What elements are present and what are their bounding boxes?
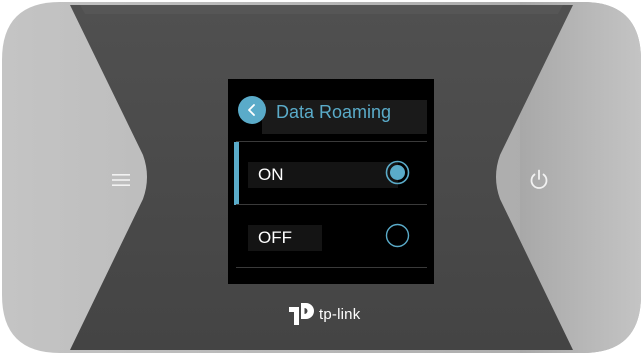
device-screen: Data Roaming ON OFF bbox=[228, 79, 434, 284]
power-icon bbox=[530, 169, 548, 189]
selection-indicator bbox=[234, 142, 239, 205]
option-label: OFF bbox=[258, 228, 292, 247]
tp-link-logo-icon bbox=[289, 303, 314, 325]
mifi-device: Data Roaming ON OFF tp-link bbox=[0, 0, 643, 355]
divider bbox=[236, 267, 427, 268]
radio-unselected-icon[interactable] bbox=[385, 223, 410, 248]
option-on[interactable]: ON bbox=[228, 142, 434, 205]
brand-logo: tp-link bbox=[287, 301, 360, 327]
screen-header: Data Roaming bbox=[228, 79, 434, 139]
option-off[interactable]: OFF bbox=[228, 205, 434, 265]
chevron-left-icon bbox=[248, 104, 255, 116]
option-label: ON bbox=[258, 165, 284, 184]
radio-selected-icon[interactable] bbox=[385, 160, 410, 185]
hamburger-menu-icon bbox=[112, 174, 130, 186]
page-title: Data Roaming bbox=[276, 102, 392, 122]
brand-name: tp-link bbox=[319, 305, 361, 323]
menu-button[interactable] bbox=[101, 160, 141, 200]
back-button[interactable] bbox=[238, 96, 266, 124]
power-button[interactable] bbox=[519, 160, 559, 200]
